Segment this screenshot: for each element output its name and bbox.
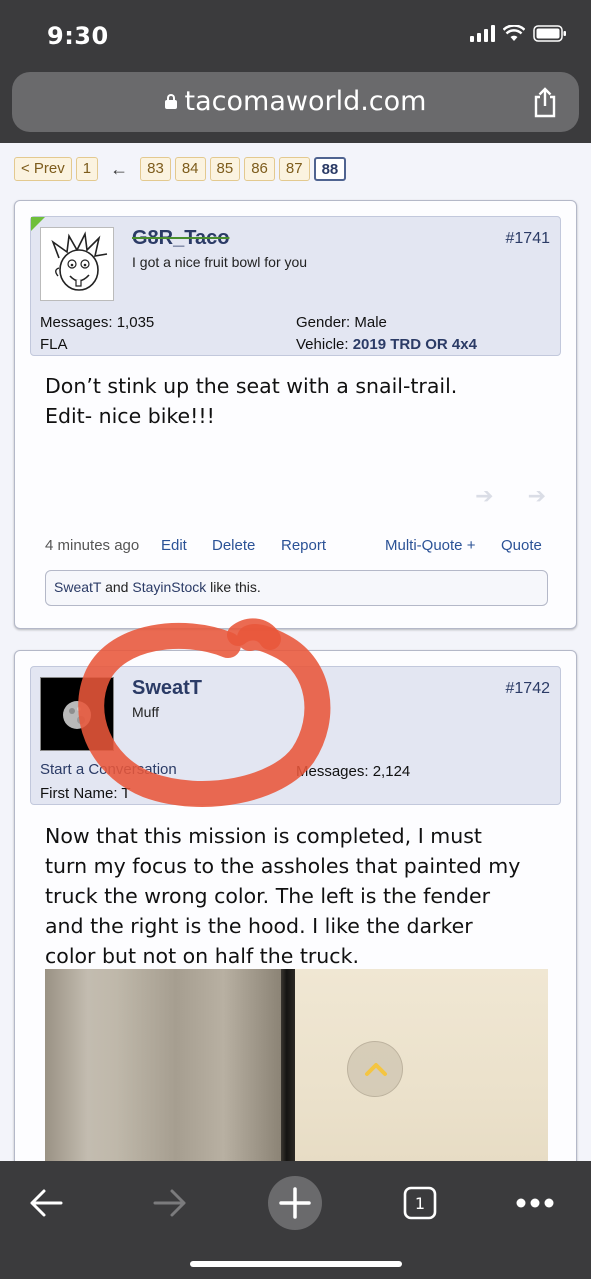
wifi-icon [503,24,525,41]
post-photo[interactable] [45,969,548,1179]
lock-icon [164,94,177,109]
multi-quote-link[interactable]: Multi-Quote + [385,537,475,554]
plus-icon [268,1176,322,1230]
post-time[interactable]: 4 minutes ago [45,537,139,554]
user-title: I got a nice fruit bowl for you [132,254,308,270]
current-page: 88 [313,157,347,181]
messages-stat: Messages: 2,124 [296,763,411,780]
edit-link[interactable]: Edit [161,537,187,554]
post-1742: SweatT Muff #1742 Start a Conversation F… [14,650,577,1190]
status-icons [470,24,567,42]
avatar[interactable] [40,227,114,301]
gender-stat: Gender: Male [296,314,387,331]
page-86-button[interactable]: 86 [244,157,275,181]
more-button[interactable] [507,1175,563,1231]
more-icon [516,1198,554,1208]
avatar[interactable] [40,677,114,751]
vehicle-link[interactable]: 2019 TRD OR 4x4 [353,336,477,353]
delete-link[interactable]: Delete [212,537,255,554]
forward-button[interactable] [142,1175,198,1231]
quote-link[interactable]: Quote [501,537,542,554]
post-1741: G8R_Taco I got a nice fruit bowl for you… [14,200,577,629]
cartoon-avatar-image [41,228,113,300]
tab-count: 1 [415,1194,425,1213]
page-gap-arrow[interactable]: ← [110,159,128,180]
vehicle-stat: Vehicle: 2019 TRD OR 4x4 [296,336,477,353]
tabs-button[interactable]: 1 [392,1175,448,1231]
post-body: Don’t stink up the seat with a snail-tra… [45,374,458,428]
prev-page-button[interactable]: < Prev [14,157,72,181]
page-83-button[interactable]: 83 [140,157,171,181]
location: FLA [40,336,68,353]
page-84-button[interactable]: 84 [174,157,206,181]
post-body: Now that this mission is completed, I mu… [45,824,521,968]
chevron-up-icon [365,1063,387,1076]
back-button[interactable] [18,1175,74,1231]
user-info-block: SweatT Muff #1742 Start a Conversation F… [30,666,561,805]
page-navigation: < Prev 1 ← 83 84 85 86 87 88 [14,157,347,181]
url-text: tacomaworld.com [184,86,427,117]
photo-hood-side [295,969,548,1179]
status-time: 9:30 [47,22,109,50]
start-conversation-link[interactable]: Start a Conversation [40,761,177,778]
page-1-button[interactable]: 1 [75,157,99,181]
username[interactable]: SweatT [132,677,202,700]
messages-stat: Messages: 1,035 [40,314,155,331]
username[interactable]: G8R_Taco [132,227,229,250]
report-link[interactable]: Report [281,537,326,554]
share-icon[interactable] [531,86,559,118]
user-title: Muff [132,704,159,720]
moon-avatar-image [41,678,113,750]
arrow-right-icon [153,1189,186,1217]
browser-top-bar: 9:30 tacomaworld.com [0,0,591,143]
home-indicator [190,1261,402,1267]
online-indicator-icon [31,217,45,231]
arrow-left-icon [30,1189,63,1217]
previous-post-arrow-icon[interactable]: ➔ [475,484,493,509]
like-user-link[interactable]: SweatT [54,579,101,595]
post-number-link[interactable]: #1742 [506,680,551,698]
user-info-block: G8R_Taco I got a nice fruit bowl for you… [30,216,561,356]
new-tab-button[interactable] [267,1175,323,1231]
photo-fender-side [45,969,283,1179]
page-87-button[interactable]: 87 [278,157,310,181]
tabs-icon: 1 [403,1186,437,1220]
next-post-arrow-icon[interactable]: ➔ [528,484,546,509]
signal-icon [470,24,495,42]
scroll-to-top-button[interactable] [347,1041,403,1097]
address-bar[interactable]: tacomaworld.com [12,72,579,132]
battery-icon [533,24,566,42]
like-user-link[interactable]: StayinStock [132,579,206,595]
post-number-link[interactable]: #1741 [506,230,551,248]
first-name-stat: First Name: T [40,785,131,802]
likes-summary: SweatT and StayinStock like this. [45,570,548,606]
page-85-button[interactable]: 85 [209,157,241,181]
